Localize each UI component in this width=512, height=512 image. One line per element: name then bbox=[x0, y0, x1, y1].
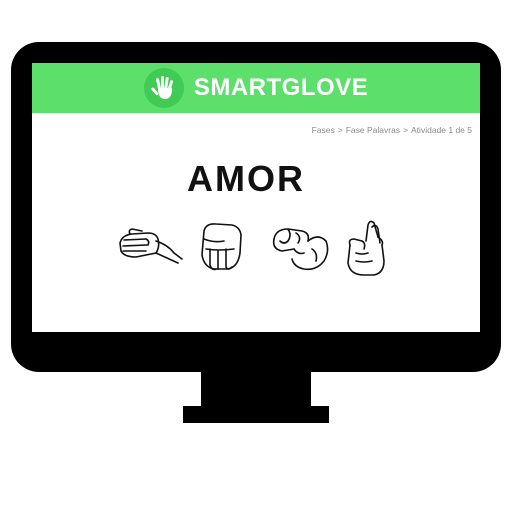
app-title: SMARTGLOVE bbox=[193, 74, 369, 101]
exercise-word: AMOR bbox=[187, 158, 305, 199]
monitor-stand-base bbox=[183, 406, 329, 423]
sign-letter-o-icon bbox=[272, 228, 329, 271]
breadcrumb-item-atividade: Atividade 1 de 5 bbox=[411, 125, 472, 135]
sign-letter-m-icon bbox=[201, 223, 242, 271]
sign-letter-r-icon bbox=[347, 220, 385, 276]
breadcrumb: Fases > Fase Palavras > Atividade 1 de 5 bbox=[312, 125, 472, 135]
breadcrumb-separator: > bbox=[337, 125, 343, 135]
app-screen: SMARTGLOVE Fases > Fase Palavras > Atividade… bbox=[32, 63, 480, 332]
breadcrumb-item-fases[interactable]: Fases bbox=[312, 125, 335, 135]
sign-letter-a-icon bbox=[119, 228, 183, 264]
breadcrumb-item-fase-palavras[interactable]: Fase Palavras bbox=[346, 125, 400, 135]
app-logo bbox=[143, 68, 184, 108]
sign-sequence bbox=[116, 219, 396, 285]
breadcrumb-separator: > bbox=[403, 125, 409, 135]
app-header: SMARTGLOVE bbox=[32, 63, 480, 113]
monitor-stand-neck bbox=[201, 370, 311, 408]
hand-icon bbox=[151, 76, 173, 99]
